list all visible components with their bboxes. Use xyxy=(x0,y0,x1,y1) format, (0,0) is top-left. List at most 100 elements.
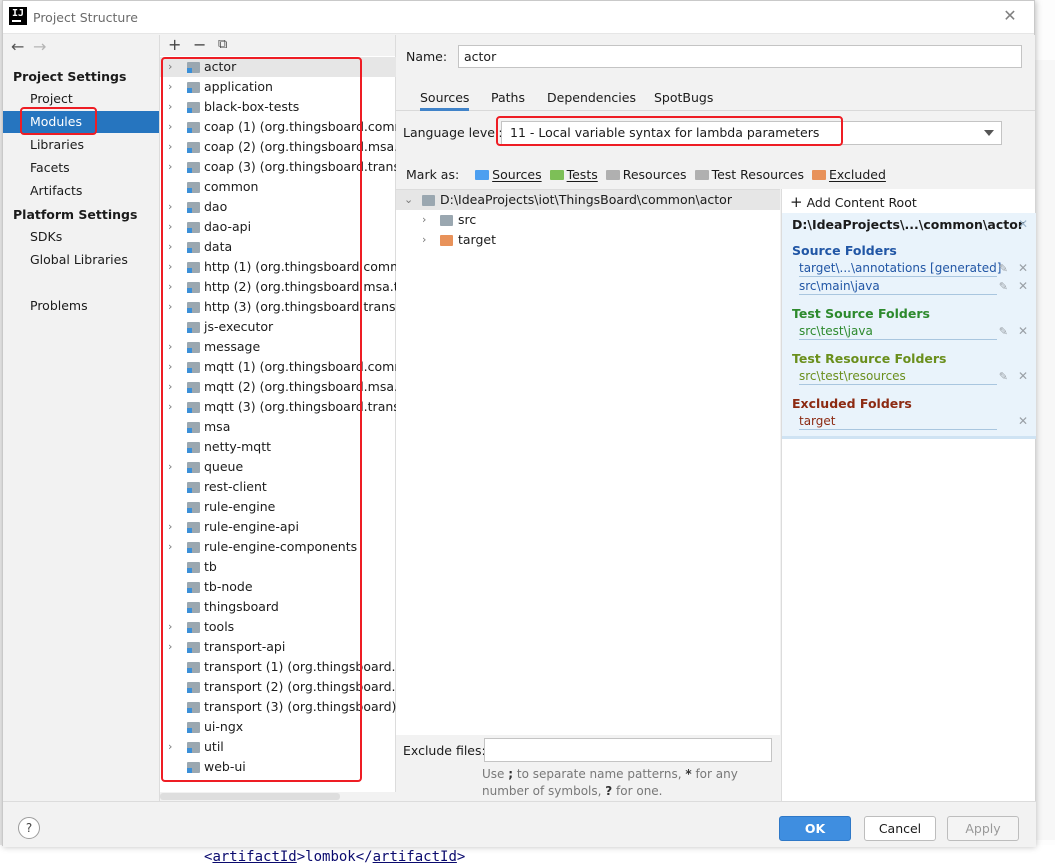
chevron-right-icon[interactable]: › xyxy=(168,237,178,257)
chevron-right-icon[interactable]: › xyxy=(168,157,178,177)
module-row[interactable]: common xyxy=(160,177,396,197)
module-row[interactable]: › mqtt (2) (org.thingsboard.msa.tra xyxy=(160,377,396,397)
module-row[interactable]: › coap (1) (org.thingsboard.common xyxy=(160,117,396,137)
chevron-right-icon[interactable]: › xyxy=(168,97,178,117)
module-row[interactable]: web-ui xyxy=(160,757,396,777)
nav-item-project[interactable]: Project xyxy=(3,88,159,110)
module-row[interactable]: › transport-api xyxy=(160,637,396,657)
module-row[interactable]: msa xyxy=(160,417,396,437)
module-row[interactable]: › http (3) (org.thingsboard.transpo xyxy=(160,297,396,317)
module-row[interactable]: › black-box-tests xyxy=(160,97,396,117)
module-row[interactable]: › http (2) (org.thingsboard.msa.tran xyxy=(160,277,396,297)
add-content-root-button[interactable]: + Add Content Root xyxy=(790,193,917,211)
chevron-right-icon[interactable]: › xyxy=(168,117,178,137)
module-row[interactable]: rule-engine xyxy=(160,497,396,517)
module-row[interactable]: › mqtt (1) (org.thingsboard.commo xyxy=(160,357,396,377)
chevron-right-icon[interactable]: › xyxy=(168,617,178,637)
modules-list[interactable]: › actor › application › black-box-tests › coap … xyxy=(160,57,396,792)
module-row[interactable]: transport (1) (org.thingsboard.co xyxy=(160,657,396,677)
tree-root-row[interactable]: ⌄ D:\IdeaProjects\iot\ThingsBoard\common… xyxy=(396,190,780,210)
module-row[interactable]: › message xyxy=(160,337,396,357)
module-row[interactable]: transport (2) (org.thingsboard.ms xyxy=(160,677,396,697)
nav-item-global-libraries[interactable]: Global Libraries xyxy=(3,249,159,271)
copy-icon[interactable]: ⧉ xyxy=(218,35,227,55)
chevron-right-icon[interactable]: › xyxy=(168,337,178,357)
module-row[interactable]: transport (3) (org.thingsboard) xyxy=(160,697,396,717)
chevron-right-icon[interactable]: › xyxy=(168,137,178,157)
remove-folder-icon[interactable]: ✕ xyxy=(1018,369,1028,383)
module-row[interactable]: › actor xyxy=(160,57,396,77)
nav-item-artifacts[interactable]: Artifacts xyxy=(3,180,159,202)
module-row[interactable]: tb-node xyxy=(160,577,396,597)
module-row[interactable]: › rule-engine-components xyxy=(160,537,396,557)
module-row[interactable]: js-executor xyxy=(160,317,396,337)
tab-dependencies[interactable]: Dependencies xyxy=(547,89,636,111)
tree-row-src[interactable]: › src xyxy=(396,210,780,230)
chevron-right-icon[interactable]: › xyxy=(168,517,178,537)
chevron-right-icon[interactable]: › xyxy=(168,277,178,297)
module-row[interactable]: › tools xyxy=(160,617,396,637)
chevron-right-icon[interactable]: › xyxy=(168,637,178,657)
tree-row-target[interactable]: › target xyxy=(396,230,780,250)
scrollbar-thumb[interactable] xyxy=(160,793,340,800)
module-row[interactable]: › http (1) (org.thingsboard.commo xyxy=(160,257,396,277)
chevron-right-icon[interactable]: › xyxy=(168,357,178,377)
remove-folder-icon[interactable]: ✕ xyxy=(1018,279,1028,293)
help-button[interactable]: ? xyxy=(18,817,40,839)
module-row[interactable]: › coap (2) (org.thingsboard.msa.tra xyxy=(160,137,396,157)
chevron-right-icon[interactable]: › xyxy=(168,77,178,97)
chevron-right-icon[interactable]: › xyxy=(168,397,178,417)
module-row[interactable]: › dao xyxy=(160,197,396,217)
remove-folder-icon[interactable]: ✕ xyxy=(1018,414,1028,428)
tab-paths[interactable]: Paths xyxy=(491,89,525,111)
module-row[interactable]: rest-client xyxy=(160,477,396,497)
module-row[interactable]: › coap (3) (org.thingsboard.transpo xyxy=(160,157,396,177)
chevron-right-icon[interactable]: › xyxy=(422,230,426,250)
nav-item-problems[interactable]: Problems xyxy=(3,295,159,317)
module-row[interactable]: › rule-engine-api xyxy=(160,517,396,537)
tab-spotbugs[interactable]: SpotBugs xyxy=(654,89,713,111)
source-tree[interactable]: ⌄ D:\IdeaProjects\iot\ThingsBoard\common… xyxy=(396,189,780,735)
remove-folder-icon[interactable]: ✕ xyxy=(1018,324,1028,338)
close-icon[interactable]: ✕ xyxy=(1002,8,1018,24)
chevron-right-icon[interactable]: › xyxy=(168,457,178,477)
chevron-right-icon[interactable]: › xyxy=(168,217,178,237)
module-row[interactable]: tb xyxy=(160,557,396,577)
mark-test-resources-button[interactable]: Test Resources xyxy=(694,167,804,182)
remove-icon[interactable]: − xyxy=(193,35,206,55)
chevron-down-icon[interactable]: ⌄ xyxy=(404,190,413,210)
tab-sources[interactable]: Sources xyxy=(420,89,470,111)
nav-item-facets[interactable]: Facets xyxy=(3,157,159,179)
mark-tests-button[interactable]: Tests xyxy=(549,167,598,182)
remove-folder-icon[interactable]: ✕ xyxy=(1018,261,1028,275)
module-row[interactable]: › queue xyxy=(160,457,396,477)
chevron-right-icon[interactable]: › xyxy=(168,257,178,277)
cancel-button[interactable]: Cancel xyxy=(864,816,936,841)
language-level-select[interactable]: 11 - Local variable syntax for lambda pa… xyxy=(501,121,1002,145)
module-row[interactable]: › util xyxy=(160,737,396,757)
remove-root-icon[interactable]: ✕ xyxy=(1018,217,1028,231)
mark-sources-button[interactable]: Sources xyxy=(475,167,542,182)
chevron-right-icon[interactable]: › xyxy=(168,197,178,217)
add-icon[interactable]: + xyxy=(168,35,181,55)
chevron-right-icon[interactable]: › xyxy=(168,377,178,397)
forward-arrow-icon[interactable]: → xyxy=(33,37,55,56)
module-row[interactable]: thingsboard xyxy=(160,597,396,617)
ok-button[interactable]: OK xyxy=(779,816,851,841)
module-row[interactable]: › application xyxy=(160,77,396,97)
module-row[interactable]: netty-mqtt xyxy=(160,437,396,457)
chevron-right-icon[interactable]: › xyxy=(168,297,178,317)
module-row[interactable]: ui-ngx xyxy=(160,717,396,737)
module-name-field[interactable]: actor xyxy=(458,45,1022,68)
edit-pencil-icon[interactable]: ✎ xyxy=(999,370,1008,383)
modules-horizontal-scrollbar[interactable] xyxy=(160,792,396,801)
chevron-right-icon[interactable]: › xyxy=(422,210,426,230)
exclude-files-input[interactable] xyxy=(484,738,772,762)
back-arrow-icon[interactable]: ← xyxy=(11,37,33,56)
mark-excluded-button[interactable]: Excluded xyxy=(811,167,886,182)
module-row[interactable]: › dao-api xyxy=(160,217,396,237)
chevron-right-icon[interactable]: › xyxy=(168,537,178,557)
mark-resources-button[interactable]: Resources xyxy=(605,167,687,182)
nav-item-sdks[interactable]: SDKs xyxy=(3,226,159,248)
apply-button[interactable]: Apply xyxy=(947,816,1019,841)
